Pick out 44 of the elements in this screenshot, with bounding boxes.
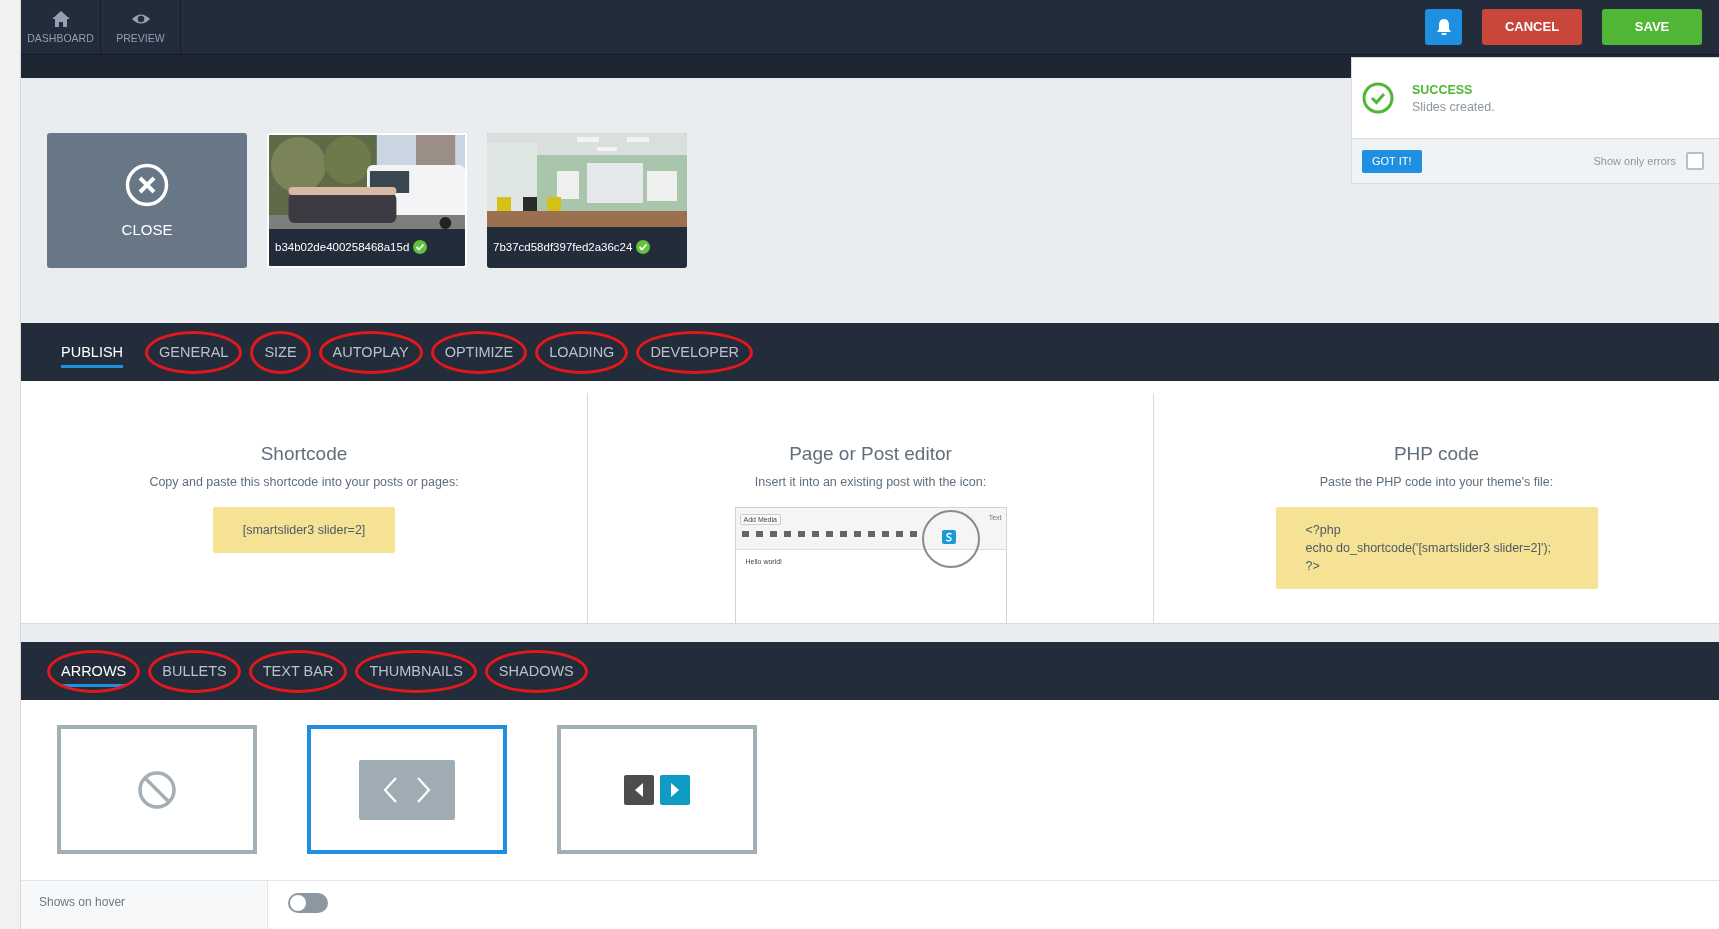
section-title: Shortcode	[260, 442, 348, 465]
arrow-style-option[interactable]	[557, 725, 757, 855]
checkbox[interactable]	[1686, 152, 1704, 170]
tab[interactable]: SIZE	[264, 335, 297, 368]
section-description: Copy and paste this shortcode into your posts or pages:	[149, 474, 459, 489]
close-button[interactable]: CLOSE	[47, 132, 247, 268]
tab[interactable]: DEVELOPER	[650, 335, 740, 368]
slide-card[interactable]: 7b37cd58df397fed2a36c24	[487, 132, 687, 268]
tab[interactable]: THUMBNAILS	[369, 655, 463, 688]
tab[interactable]: TEXT BAR	[262, 655, 334, 688]
nav-button[interactable]: DASHBOARD	[21, 0, 101, 54]
code-box[interactable]: <?php echo do_shortcode('[smartslider3 slider=2]'); ?>	[1275, 506, 1598, 589]
chevron-arrows-icon	[359, 760, 455, 820]
nav-button[interactable]: PREVIEW	[101, 0, 181, 54]
notification-title: SUCCESS	[1412, 82, 1474, 97]
slide-name: b34b02de400258468a15d	[275, 241, 410, 254]
section-title: PHP code	[1393, 442, 1480, 465]
toggle-switch[interactable]	[288, 893, 328, 914]
tab[interactable]: GENERAL	[159, 335, 229, 368]
bell-icon	[1435, 17, 1452, 36]
close-icon	[125, 162, 169, 207]
home-icon	[50, 9, 71, 28]
tab[interactable]: ARROWS	[61, 655, 127, 688]
slide-card[interactable]: b34b02de400258468a15d	[267, 132, 467, 268]
cancel-button[interactable]: CANCEL	[1482, 8, 1582, 45]
tab[interactable]: LOADING	[549, 335, 615, 368]
notification-message: Slides created.	[1412, 99, 1495, 114]
success-icon	[1362, 82, 1394, 114]
section-description: Insert it into an existing post with the icon:	[754, 474, 987, 489]
section-description: Paste the PHP code into your theme's file:	[1319, 474, 1554, 489]
tab[interactable]: OPTIMIZE	[444, 335, 514, 368]
disabled-icon	[137, 770, 177, 810]
code-box[interactable]: [smartslider3 slider=2]	[212, 506, 396, 553]
notifications-button[interactable]	[1425, 8, 1462, 45]
section-title: Page or Post editor	[789, 442, 952, 465]
tab[interactable]: BULLETS	[162, 655, 227, 688]
arrow-buttons-icon	[624, 775, 690, 805]
tab[interactable]: SHADOWS	[498, 655, 574, 688]
checkbox-label: Show only errors	[1593, 155, 1676, 167]
slide-name: 7b37cd58df397fed2a36c24	[493, 241, 633, 254]
setting-label: Shows on hover	[39, 895, 126, 910]
tab[interactable]: AUTOPLAY	[332, 335, 409, 368]
tab[interactable]: PUBLISH	[61, 335, 124, 368]
highlight-ring	[921, 509, 980, 568]
